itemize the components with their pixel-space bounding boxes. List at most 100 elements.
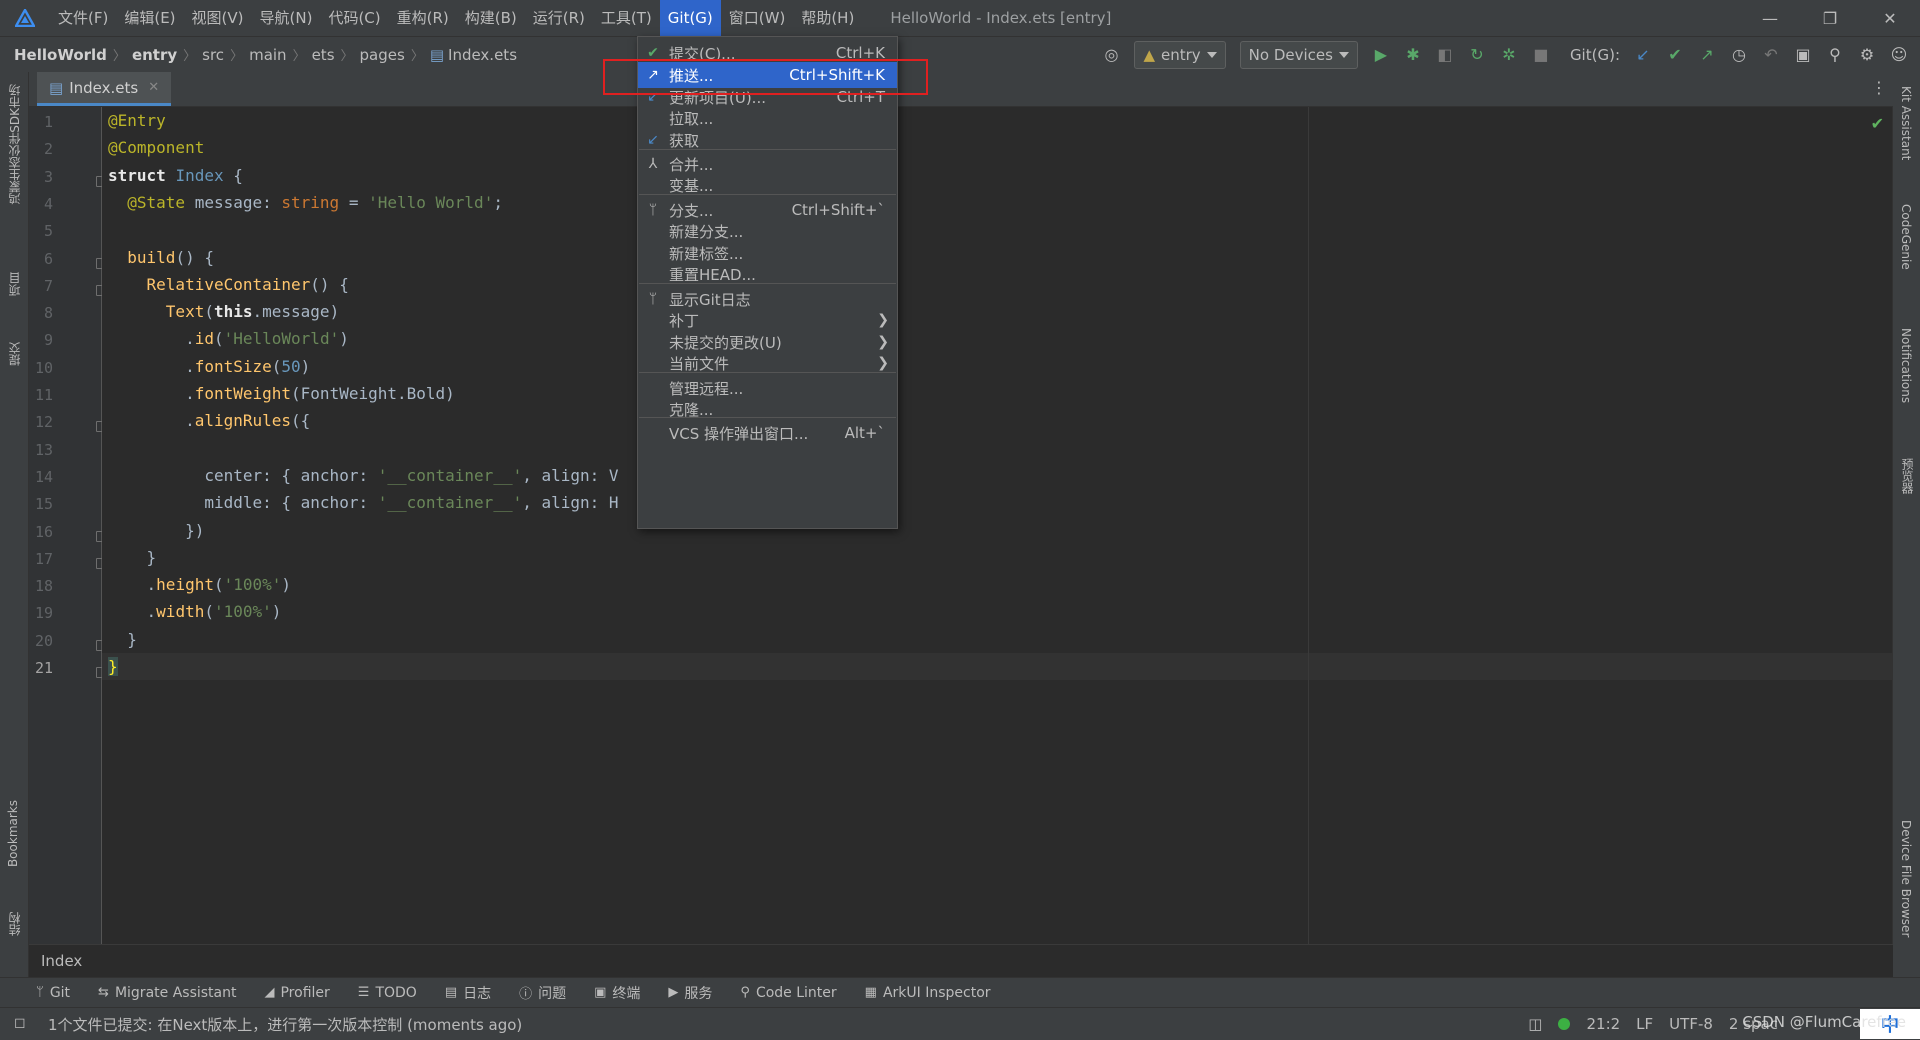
menu-navigate[interactable]: 导航(N) [252,0,321,36]
git-menu-item-label: 获取 [669,131,700,150]
commit-tab[interactable]: 提交 [6,342,23,366]
stop-icon[interactable]: ■ [1526,40,1556,70]
menu-help[interactable]: 帮助(H) [793,0,862,36]
crumb-project[interactable]: HelloWorld [14,46,107,64]
tool-git-button[interactable]: ᛘ Git [36,985,70,1001]
git-commit-icon[interactable]: ✔ [1660,40,1690,70]
code-line[interactable]: RelativeContainer() { [108,271,349,298]
code-line[interactable]: @Component [108,134,204,161]
crumb-ets[interactable]: ets [312,46,335,64]
tool-inspector-button[interactable]: ▦ ArkUI Inspector [865,985,991,1001]
structure-tab[interactable]: 结构 [6,912,23,936]
code-line[interactable]: .fontSize(50) [108,353,310,380]
attach-debugger-icon[interactable]: ◧ [1430,40,1460,70]
code-line[interactable]: struct Index { [108,162,243,189]
crumb-module[interactable]: entry [132,46,177,64]
restore-icon[interactable]: ❐ [1800,0,1860,36]
crumb-file[interactable]: Index.ets [448,46,517,64]
debug-icon[interactable]: ✱ [1398,40,1428,70]
menu-view[interactable]: 视图(V) [184,0,252,36]
code-line[interactable]: } [108,544,157,571]
locate-icon[interactable]: ◎ [1096,40,1126,70]
device-file-browser-tab[interactable]: Device File Browser [1899,820,1913,937]
tool-todo-button[interactable]: ☰ TODO [358,985,417,1001]
menu-build[interactable]: 构建(B) [457,0,525,36]
line-number: 15 [34,495,53,514]
bookmarks-tab[interactable]: Bookmarks [6,800,20,867]
codegenie-status-icon[interactable]: ◫ [1528,1015,1542,1033]
codegenie-tab[interactable]: CodeGenie [1899,204,1913,270]
code-line[interactable]: center: { anchor: '__container__', align… [108,462,618,489]
history-icon[interactable]: ◷ [1724,40,1754,70]
profile-icon[interactable]: ✲ [1494,40,1524,70]
apply-changes-icon[interactable]: ↻ [1462,40,1492,70]
code-line[interactable]: .height('100%') [108,571,292,598]
run-icon[interactable]: ▶ [1366,40,1396,70]
tool-terminal-button[interactable]: ▣ 终端 [594,983,640,1003]
menu-tools[interactable]: 工具(T) [593,0,660,36]
git-push-icon[interactable]: ↗ [1692,40,1722,70]
gear-icon[interactable]: ⚙ [1852,40,1882,70]
status-message[interactable]: 1个文件已提交: 在Next版本上，进行第一次版本控制 (moments ago… [48,1014,522,1035]
project-structure-icon[interactable]: ▣ [1788,40,1818,70]
code-line[interactable]: build() { [108,244,214,271]
menu-git[interactable]: Git(G) [659,0,721,36]
code-line[interactable]: }) [108,517,204,544]
tool-profiler-button[interactable]: ◢ Profiler [264,985,329,1001]
tool-log-button[interactable]: ▤ 日志 [445,983,491,1003]
menu-run[interactable]: 运行(R) [525,0,593,36]
status-ok-indicator[interactable] [1558,1018,1571,1030]
caret-position[interactable]: 21:2 [1586,1015,1620,1033]
tool-services-button[interactable]: ▶ 服务 [668,983,712,1003]
search-icon[interactable]: ⚲ [1820,40,1850,70]
kit-assistant-tab[interactable]: Kit Assistant [1899,86,1913,160]
code-line[interactable]: } [108,653,118,680]
sdk-market-tab[interactable]: 鸿蒙生态伙伴SDK市场 [6,84,23,205]
git-menu-item[interactable]: VCS 操作弹出窗口... Alt+` [638,420,897,446]
close-window-icon[interactable]: ✕ [1860,0,1920,36]
menu-window[interactable]: 窗口(W) [721,0,794,36]
code-line[interactable]: .fontWeight(FontWeight.Bold) [108,380,455,407]
tool-linter-button[interactable]: ⚲ Code Linter [740,985,836,1001]
code-line[interactable]: Text(this.message) [108,298,339,325]
code-line[interactable]: .id('HelloWorld') [108,325,349,352]
tab-index-ets[interactable]: ▤ Index.ets ✕ [37,72,172,106]
line-separator[interactable]: LF [1636,1015,1653,1033]
project-tab[interactable]: 项目 [6,272,23,296]
tool-problems-button[interactable]: ⓘ 问题 [519,983,566,1003]
git-update-icon[interactable]: ↙ [1628,40,1658,70]
more-vertical-icon[interactable]: ⋮ [1871,78,1887,97]
current-line-highlight [102,653,1892,680]
menu-code[interactable]: 代码(C) [320,0,388,36]
device-selector[interactable]: No Devices [1239,40,1358,69]
close-icon[interactable]: ✕ [148,80,159,95]
account-icon[interactable]: ☺ [1884,40,1914,70]
code-line[interactable]: .alignRules({ [108,407,310,434]
toggle-panel-icon[interactable]: ◻ [14,1015,26,1031]
crumb-src[interactable]: src [202,46,224,64]
menu-edit[interactable]: 编辑(E) [116,0,183,36]
previewer-tab[interactable]: 预览器 [1899,458,1916,494]
code-line[interactable]: middle: { anchor: '__container__', align… [108,489,618,516]
module-selector[interactable]: ▲ entry [1134,40,1226,69]
git-menu-item[interactable]: 克隆... [638,396,897,422]
code-line[interactable]: @State message: string = 'Hello World'; [108,189,503,216]
line-number: 17 [34,549,53,568]
menu-refactor[interactable]: 重构(R) [389,0,457,36]
rollback-icon[interactable]: ↶ [1756,40,1786,70]
file-encoding[interactable]: UTF-8 [1669,1015,1713,1033]
crumb-pages[interactable]: pages [360,46,405,64]
tool-migrate-button[interactable]: ⇆ Migrate Assistant [98,985,236,1001]
code-line[interactable]: .width('100%') [108,598,282,625]
menu-file[interactable]: 文件(F) [50,0,116,36]
no-problems-check-icon: ✔ [1870,114,1884,133]
footer-crumb[interactable]: Index [41,952,82,970]
code-editor[interactable]: @Entry @Component struct Index { @State me… [102,107,1892,944]
code-line[interactable]: } [108,626,137,653]
notifications-tab[interactable]: Notifications [1899,328,1913,403]
minimize-icon[interactable]: — [1740,0,1800,36]
crumb-main[interactable]: main [249,46,286,64]
main-toolbar: ◎ ▲ entry No Devices ▶ ✱ ◧ ↻ ✲ ■ Git(G):… [1096,37,1914,72]
code-line[interactable]: @Entry [108,107,166,134]
right-tool-stripe: Kit Assistant CodeGenie Notifications 预览… [1892,72,1920,977]
